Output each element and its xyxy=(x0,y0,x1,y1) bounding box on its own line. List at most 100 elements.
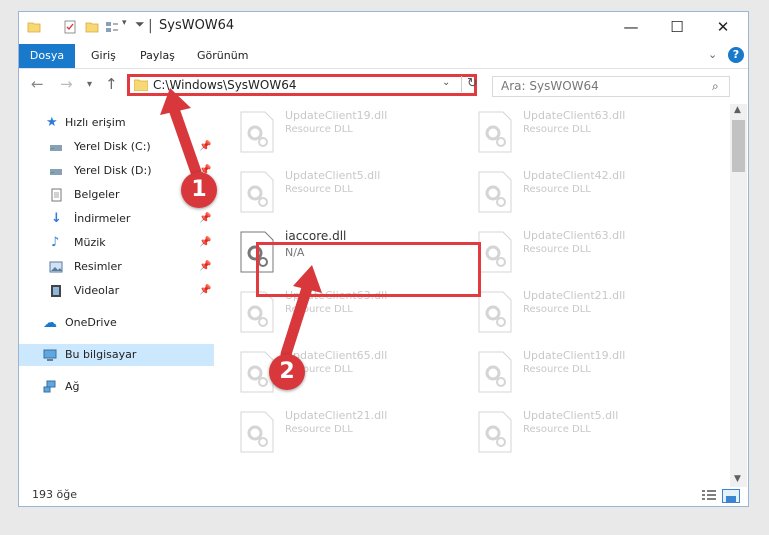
help-icon[interactable]: ? xyxy=(728,47,744,63)
file-name: UpdateClient5.dll xyxy=(523,409,619,422)
nav-label: OneDrive xyxy=(65,316,117,329)
file-item[interactable]: UpdateClient65.dll Resource DLL xyxy=(219,344,449,404)
step-badge-1: 1 xyxy=(181,172,217,208)
file-type: Resource DLL xyxy=(285,184,353,195)
tiles-view-icon[interactable] xyxy=(722,489,740,503)
file-name: UpdateClient21.dll xyxy=(523,289,626,302)
file-item[interactable]: UpdateClient5.dll Resource DLL xyxy=(457,404,687,464)
pin-icon[interactable]: 📌 xyxy=(199,136,211,158)
tab-giris[interactable]: Giriş xyxy=(91,44,116,68)
file-item[interactable]: UpdateClient63.dll Resource DLL xyxy=(457,104,687,164)
nav-network[interactable]: Ağ xyxy=(19,376,214,398)
dll-file-icon xyxy=(478,291,512,333)
ribbon: Dosya Giriş Paylaş Görünüm ⌄ ? xyxy=(19,44,748,69)
file-name: UpdateClient63.dll xyxy=(523,109,626,122)
close-button[interactable]: ✕ xyxy=(700,12,746,42)
file-item[interactable]: UpdateClient42.dll Resource DLL xyxy=(457,164,687,224)
file-name: UpdateClient21.dll xyxy=(285,409,388,422)
vertical-scrollbar[interactable]: ▲ ▼ xyxy=(730,104,747,487)
new-folder-icon[interactable] xyxy=(85,20,99,34)
star-icon: ★ xyxy=(46,115,58,130)
file-type: Resource DLL xyxy=(523,184,591,195)
dll-file-icon xyxy=(240,291,274,333)
scroll-thumb[interactable] xyxy=(732,120,745,172)
properties-icon[interactable] xyxy=(63,20,77,34)
file-item[interactable]: UpdateClient21.dll Resource DLL xyxy=(457,284,687,344)
file-type: Resource DLL xyxy=(523,304,591,315)
customize-toolbar-icon[interactable]: ⏷ xyxy=(135,17,145,32)
nav-item-drive-c[interactable]: Yerel Disk (C:) 📌 xyxy=(19,136,214,158)
tab-dosya[interactable]: Dosya xyxy=(19,44,75,68)
file-item[interactable]: UpdateClient21.dll Resource DLL xyxy=(219,404,449,464)
title-separator: | xyxy=(148,18,153,34)
recent-locations-icon[interactable]: ▾ xyxy=(87,79,92,90)
pin-icon[interactable]: 📌 xyxy=(199,232,211,254)
address-row: ← → ▾ ↑ C:\Windows\SysWOW64 ⌄ ↻ Ara: Sys… xyxy=(19,69,748,101)
dll-file-icon xyxy=(240,411,274,453)
file-type: Resource DLL xyxy=(523,124,591,135)
nav-item-videolar[interactable]: Videolar 📌 xyxy=(19,280,214,302)
maximize-button[interactable]: ☐ xyxy=(654,12,700,42)
file-item[interactable]: UpdateClient19.dll Resource DLL xyxy=(219,104,449,164)
nav-label: Yerel Disk (C:) xyxy=(74,140,151,153)
tab-gorunum[interactable]: Görünüm xyxy=(197,44,248,68)
pin-icon[interactable]: 📌 xyxy=(199,208,211,230)
dll-file-icon xyxy=(240,111,274,153)
nav-label: Ağ xyxy=(65,380,80,393)
search-input[interactable]: Ara: SysWOW64 ⌕ xyxy=(492,76,730,97)
tab-paylas[interactable]: Paylaş xyxy=(140,44,175,68)
chevron-down-icon[interactable]: ⌄ xyxy=(442,77,450,88)
nav-label: Hızlı erişim xyxy=(65,116,126,129)
file-item[interactable]: UpdateClient63.dll Resource DLL xyxy=(457,224,687,284)
details-view-icon[interactable] xyxy=(701,489,717,503)
music-icon: ♪ xyxy=(51,235,60,250)
window-title: SysWOW64 xyxy=(159,18,235,33)
file-list: UpdateClient19.dll Resource DLL UpdateCl… xyxy=(219,104,729,486)
forward-icon[interactable]: → xyxy=(60,75,73,93)
minimize-button[interactable]: — xyxy=(608,12,654,42)
drive-icon xyxy=(50,145,62,151)
dll-file-icon xyxy=(478,111,512,153)
address-bar[interactable]: C:\Windows\SysWOW64 ⌄ ↻ xyxy=(127,74,478,96)
up-icon[interactable]: ↑ xyxy=(105,75,118,93)
network-icon xyxy=(43,380,56,393)
videos-icon xyxy=(51,285,61,297)
title-bar: ▾ ⏷ | SysWOW64 — ☐ ✕ xyxy=(19,12,748,44)
file-type: Resource DLL xyxy=(523,364,591,375)
file-name: UpdateClient42.dll xyxy=(523,169,626,182)
nav-label: Müzik xyxy=(74,236,106,249)
folder-icon[interactable] xyxy=(27,20,41,34)
file-type: Resource DLL xyxy=(523,424,591,435)
nav-item-resimler[interactable]: Resimler 📌 xyxy=(19,256,214,278)
cloud-icon: ☁ xyxy=(43,315,57,331)
expand-ribbon-icon[interactable]: ⌄ xyxy=(708,48,717,61)
nav-item-indirmeler[interactable]: ↓ İndirmeler 📌 xyxy=(19,208,214,230)
file-name: UpdateClient63.dll xyxy=(523,229,626,242)
scroll-down-icon[interactable]: ▼ xyxy=(734,474,741,484)
file-item[interactable]: UpdateClient5.dll Resource DLL xyxy=(219,164,449,224)
refresh-icon[interactable]: ↻ xyxy=(461,76,478,92)
dll-file-icon xyxy=(478,171,512,213)
search-placeholder: Ara: SysWOW64 xyxy=(501,79,599,93)
back-icon[interactable]: ← xyxy=(31,75,44,93)
address-path[interactable]: C:\Windows\SysWOW64 xyxy=(153,77,297,93)
nav-onedrive[interactable]: ☁ OneDrive xyxy=(19,312,214,334)
dll-file-icon xyxy=(478,231,512,273)
file-item[interactable]: UpdateClient19.dll Resource DLL xyxy=(457,344,687,404)
nav-label: İndirmeler xyxy=(74,212,131,225)
file-name: UpdateClient19.dll xyxy=(285,109,388,122)
customize-icon[interactable] xyxy=(105,20,119,34)
scroll-up-icon[interactable]: ▲ xyxy=(734,105,741,115)
pin-icon[interactable]: 📌 xyxy=(199,256,211,278)
pin-icon[interactable]: 📌 xyxy=(199,280,211,302)
folder-icon xyxy=(134,79,148,91)
navigation-pane: ★ Hızlı erişim Yerel Disk (C:) 📌 Yerel D… xyxy=(19,104,214,484)
nav-item-muzik[interactable]: ♪ Müzik 📌 xyxy=(19,232,214,254)
file-name: UpdateClient5.dll xyxy=(285,169,381,182)
nav-quick-access[interactable]: ★ Hızlı erişim xyxy=(19,112,214,134)
quick-access-dropdown-icon[interactable]: ▾ xyxy=(122,18,127,28)
nav-this-pc[interactable]: Bu bilgisayar xyxy=(19,344,214,366)
dll-file-icon xyxy=(478,411,512,453)
search-icon[interactable]: ⌕ xyxy=(712,79,719,94)
explorer-window: ▾ ⏷ | SysWOW64 — ☐ ✕ Dosya Giriş Paylaş … xyxy=(18,11,749,507)
